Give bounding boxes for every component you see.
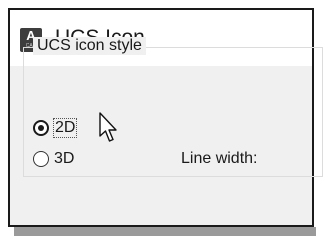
radio-2d-row[interactable]: 2D (33, 118, 78, 138)
mouse-pointer-icon (99, 112, 117, 142)
radio-2d[interactable] (33, 120, 49, 136)
radio-3d[interactable] (33, 151, 49, 167)
line-width-label: Line width: (181, 150, 258, 167)
ucs-icon-style-label: UCS icon style (33, 37, 146, 55)
window-shadow (14, 227, 316, 236)
radio-3d-label[interactable]: 3D (54, 150, 74, 168)
radio-3d-row[interactable]: 3D (33, 150, 74, 168)
radio-2d-label[interactable]: 2D (52, 118, 78, 138)
